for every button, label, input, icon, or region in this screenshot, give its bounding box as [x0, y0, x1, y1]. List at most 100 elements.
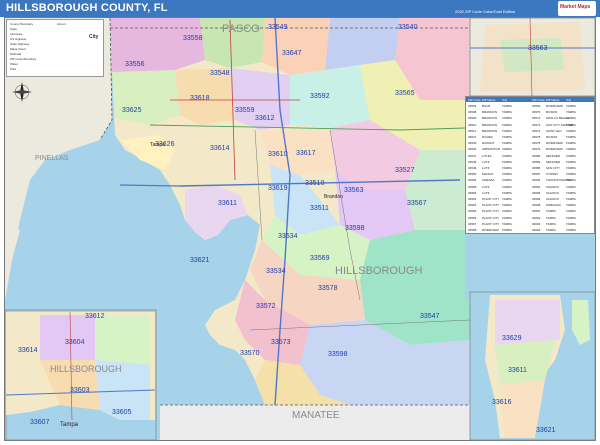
zip-label: 33563 — [344, 187, 364, 194]
table-cell: TAMPA — [566, 215, 576, 220]
legend-row: State — [10, 27, 18, 31]
table-cell: TAMPA — [566, 141, 576, 146]
table-cell: PLANT CITY — [482, 215, 500, 220]
zip-label: 33647 — [282, 50, 302, 57]
table-cell: RIVERVIEW — [546, 147, 563, 152]
table-header-cell: ZIP Name — [546, 98, 560, 102]
table-cell: TAMPA — [566, 178, 576, 183]
table-cell: 33601 — [532, 209, 541, 214]
table-cell: TAMPA — [566, 122, 576, 127]
zip-label: 33572 — [256, 303, 276, 310]
table-cell: LITHIA — [482, 153, 492, 158]
table-cell: 33565 — [468, 209, 477, 214]
table-cell: 33559 — [468, 190, 477, 195]
table-cell: LUTZ — [482, 166, 490, 170]
table-cell: VALRICO — [546, 190, 559, 195]
zip-label: 33592 — [310, 93, 330, 100]
zip-label: 33625 — [122, 107, 142, 114]
table-cell: TAMPA — [566, 166, 576, 170]
table-cell: ODESSA — [482, 178, 495, 183]
table-cell: LUTZ — [482, 159, 490, 164]
table-cell: TAMPA — [566, 135, 576, 139]
zip-label: 33612 — [255, 115, 275, 122]
legend-row: Interstate — [10, 32, 23, 36]
table-cell: RIVERVIEW — [482, 228, 499, 232]
table-cell: TAMPA — [546, 228, 556, 232]
table-cell: BALM — [482, 104, 491, 108]
legend-row: County Boundary — [10, 22, 34, 26]
table-cell: TAMPA — [566, 128, 576, 133]
table-cell: TAMPA — [566, 203, 576, 208]
zip-label: 33617 — [296, 150, 316, 157]
table-cell: LUTZ — [482, 184, 490, 189]
zip-label: 33511 — [310, 205, 329, 212]
table-cell: TAMPA — [502, 166, 512, 170]
table-cell: 33575 — [532, 135, 541, 139]
table-cell: TAMPA — [502, 153, 512, 158]
table-cell: TAMPA — [502, 128, 512, 133]
zip-label: 33618 — [190, 95, 210, 102]
table-cell: TAMPA — [566, 147, 576, 152]
table-cell: SUN CITY — [546, 166, 561, 170]
table-cell: TAMPA — [502, 209, 512, 214]
county-label-manatee: MANATEE — [292, 410, 340, 421]
legend-row: Water — [10, 62, 18, 66]
table-cell: 33596 — [532, 197, 541, 201]
zip-area-33592 — [290, 65, 370, 128]
table-cell: TAMPA — [566, 209, 576, 214]
table-cell: TAMPA — [566, 116, 576, 121]
legend-row: City — [89, 34, 99, 40]
county-label-pasco: PASCO — [222, 23, 260, 35]
zip-label: 33578 — [318, 285, 338, 292]
table-cell: 33572 — [532, 116, 541, 121]
zip-label: 33573 — [271, 339, 291, 346]
table-cell: 33595 — [532, 190, 541, 195]
table-cell: TAMPA — [502, 147, 512, 152]
legend-row: State Highway — [10, 42, 30, 46]
table-cell: PLANT CITY — [482, 221, 500, 226]
legend-row: Railroad — [10, 52, 22, 56]
table-cell: SEFFNER — [546, 159, 561, 164]
table-cell: TAMPA — [502, 104, 512, 108]
table-cell: TAMPA — [502, 203, 512, 208]
zip-label: 33556 — [125, 61, 145, 68]
table-cell: DURANT — [482, 141, 495, 146]
table-cell: BRANDON — [482, 128, 498, 133]
table-cell: 33534 — [468, 147, 477, 152]
table-cell: 33550 — [468, 172, 477, 177]
table-header-cell: ZIP Code — [468, 98, 481, 102]
table-cell: 33603 — [532, 221, 541, 226]
table-cell: PLANT CITY — [482, 209, 500, 214]
zip-label: 33534 — [266, 268, 286, 275]
table-header-cell: ZIP Code — [532, 98, 545, 102]
table-cell: 33530 — [468, 141, 477, 146]
table-cell: TAMPA — [566, 228, 576, 232]
table-cell: BRANDON — [482, 116, 498, 121]
legend-row: Major Road — [10, 47, 26, 51]
table-header-cell: City — [502, 98, 508, 102]
table-cell: TAMPA — [566, 190, 576, 195]
zip-label: 33558 — [183, 35, 203, 42]
zip-label: 33534 — [278, 233, 298, 240]
zip-label: 33567 — [407, 200, 427, 207]
table-cell: 33511 — [468, 128, 477, 133]
table-cell: RIVERVIEW — [546, 104, 563, 108]
table-cell: PLANT CITY — [482, 197, 500, 201]
table-cell: TAMPA — [502, 116, 512, 121]
table-cell: TAMPA — [502, 221, 512, 226]
table-cell: 33569 — [532, 104, 541, 108]
table-cell: TAMPA — [566, 153, 576, 158]
table-cell: DOVER — [482, 135, 493, 139]
table-cell: PLANT CITY — [482, 203, 500, 208]
table-cell: VALRICO — [546, 197, 559, 201]
table-cell: RUSKIN — [546, 135, 558, 139]
legend-row: Airport — [57, 22, 66, 26]
zip-label: 33548 — [210, 70, 230, 77]
table-cell: 33587 — [532, 172, 541, 177]
table-cell: RUSKIN — [546, 110, 558, 115]
table-cell: 33586 — [532, 166, 541, 170]
table-cell: 33558 — [468, 184, 477, 189]
table-cell: 33602 — [532, 215, 541, 220]
zip-code-table: ZIP Code ZIP Name City ZIP Code ZIP Name City… — [465, 96, 595, 234]
zip-label: 33614 — [210, 145, 230, 152]
